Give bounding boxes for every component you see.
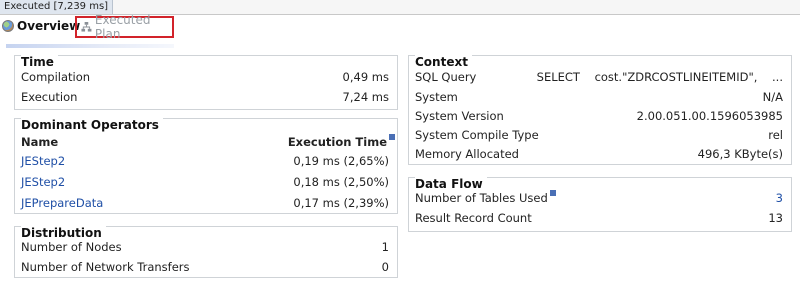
operator-link[interactable]: JEStep2 [21, 173, 65, 191]
operator-row: JEStep2 0,19 ms (2,65%) [15, 152, 397, 170]
time-group: Time Compilation 0,49 ms Execution 7,24 … [14, 55, 398, 110]
result-record-count-label: Result Record Count [415, 211, 532, 225]
memory-label: Memory Allocated [415, 147, 519, 161]
operator-time: 0,17 ms (2,39%) [293, 196, 389, 210]
distribution-row-transfers: Number of Network Transfers 0 [15, 258, 397, 276]
tab-overview[interactable]: Overview [2, 15, 80, 37]
operator-time: 0,18 ms (2,50%) [293, 175, 389, 189]
info-icon [389, 134, 395, 140]
context-row-memory: Memory Allocated 496,3 KByte(s) [409, 145, 791, 163]
compile-type-value: rel [768, 128, 783, 142]
time-row-compilation: Compilation 0,49 ms [15, 68, 397, 86]
data-flow-group: Data Flow Number of Tables Used 3 Result… [408, 177, 792, 232]
tab-executed-plan[interactable]: Executed Plan [75, 13, 174, 41]
executed-editor-tab[interactable]: Executed [7,239 ms] [0, 0, 114, 14]
operator-link[interactable]: JEStep2 [21, 152, 65, 170]
tab-executed-plan-label: Executed Plan [94, 13, 151, 41]
overview-icon [2, 20, 14, 32]
context-row-sql: SQL Query SELECT cost."ZDRCOSTLINEITEMID… [409, 68, 791, 86]
time-row-execution: Execution 7,24 ms [15, 88, 397, 106]
col-execution-time-label: Execution Time [287, 135, 387, 149]
tables-used-label: Number of Tables Used [415, 189, 556, 207]
dominant-operators-title: Dominant Operators [21, 118, 163, 132]
tables-used-link[interactable]: 3 [776, 189, 783, 207]
operator-time: 0,19 ms (2,65%) [293, 154, 389, 168]
dataflow-row-tables: Number of Tables Used 3 [409, 189, 791, 207]
col-execution-time-header: Execution Time [288, 133, 395, 151]
info-icon [549, 190, 556, 196]
compilation-value: 0,49 ms [342, 70, 389, 84]
dataflow-row-records: Result Record Count 13 [409, 209, 791, 227]
dominant-operators-group: Dominant Operators Name Execution Time J… [14, 118, 398, 214]
system-version-label: System Version [415, 109, 504, 123]
sql-query-label: SQL Query [415, 70, 477, 84]
distribution-row-nodes: Number of Nodes 1 [15, 238, 397, 256]
sql-query-value: SELECT cost."ZDRCOSTLINEITEMID", ... [536, 70, 783, 84]
system-label: System [415, 90, 458, 104]
tables-used-label-text: Number of Tables Used [415, 191, 548, 205]
operator-link[interactable]: JEPrepareData [21, 194, 103, 212]
context-row-system: System N/A [409, 88, 791, 106]
tab-overview-label: Overview [17, 19, 81, 33]
execution-value: 7,24 ms [342, 90, 389, 104]
system-value: N/A [762, 90, 783, 104]
distribution-group: Distribution Number of Nodes 1 Number of… [14, 226, 398, 278]
execution-label: Execution [21, 90, 78, 104]
plan-tree-icon [81, 22, 92, 32]
compile-type-label: System Compile Type [415, 128, 539, 142]
context-row-version: System Version 2.00.051.00.1596053985 [409, 107, 791, 125]
nodes-label: Number of Nodes [21, 240, 122, 254]
col-name-header: Name [21, 135, 59, 149]
result-record-count-value: 13 [768, 211, 783, 225]
compilation-label: Compilation [21, 70, 91, 84]
transfers-value: 0 [381, 260, 389, 274]
operator-row: JEStep2 0,18 ms (2,50%) [15, 173, 397, 191]
time-title: Time [21, 55, 58, 69]
context-group: Context SQL Query SELECT cost."ZDRCOSTLI… [408, 55, 792, 165]
nodes-value: 1 [381, 240, 389, 254]
operator-row: JEPrepareData 0,17 ms (2,39%) [15, 194, 397, 212]
context-title: Context [415, 55, 472, 69]
memory-value: 496,3 KByte(s) [697, 147, 783, 161]
system-version-value: 2.00.051.00.1596053985 [636, 109, 783, 123]
dominant-header-row: Name Execution Time [15, 133, 397, 151]
transfers-label: Number of Network Transfers [21, 260, 190, 274]
faded-artifact [6, 44, 174, 48]
overview-tabs: Overview Executed Plan [0, 13, 800, 41]
context-row-compile-type: System Compile Type rel [409, 126, 791, 144]
